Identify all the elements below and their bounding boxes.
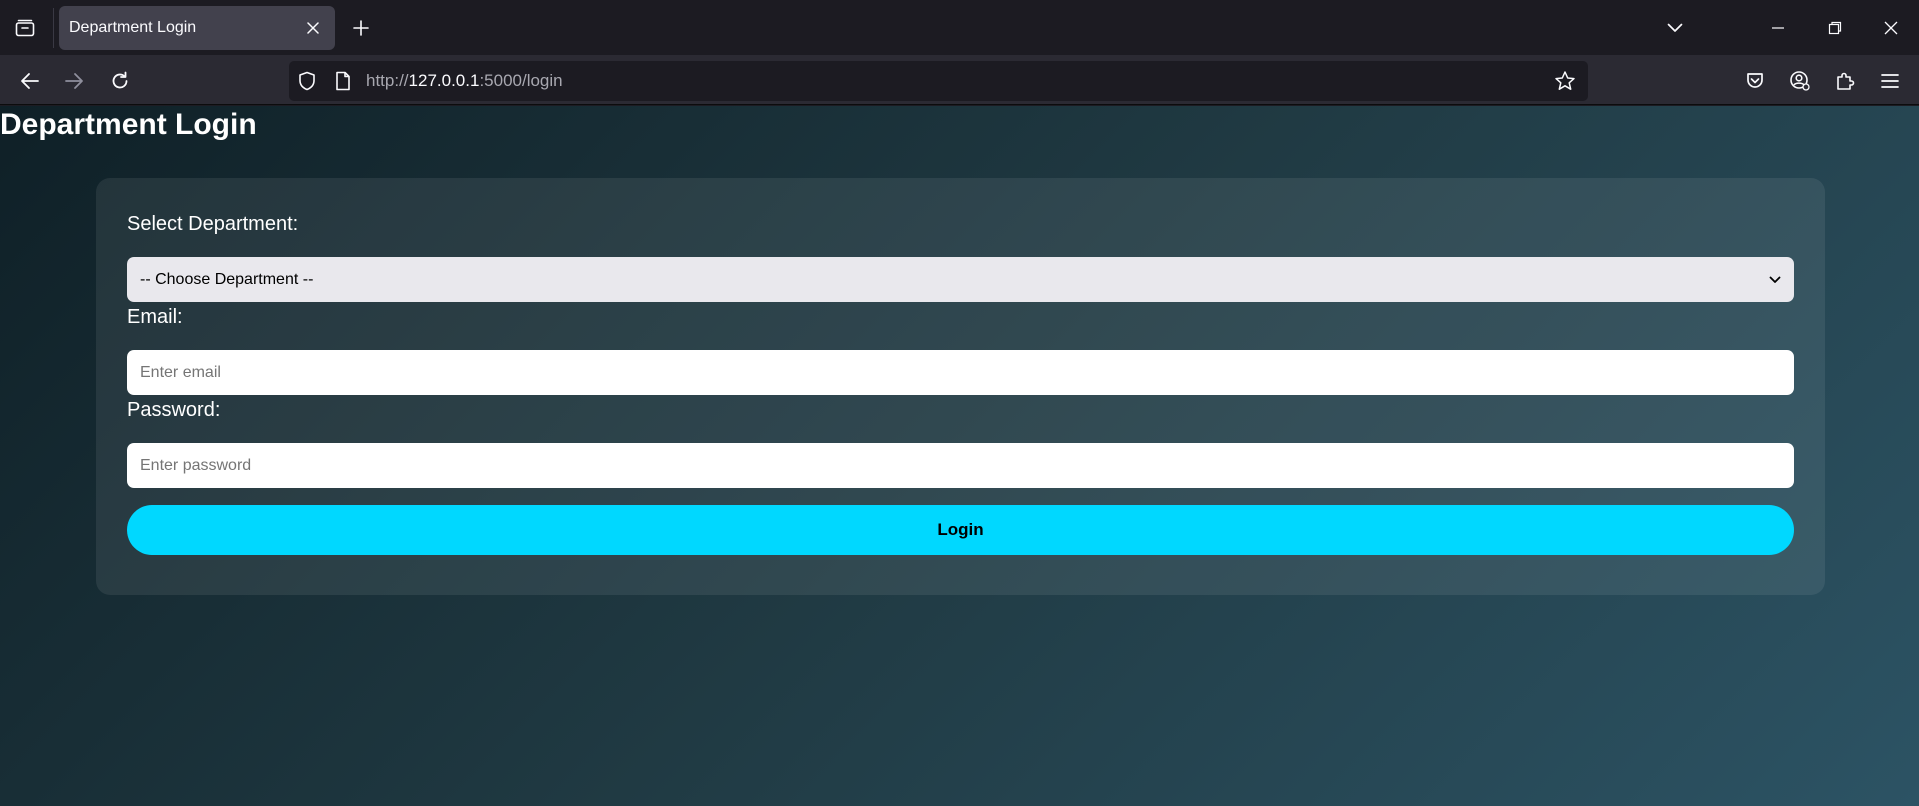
address-bar[interactable]: http://127.0.0.1:5000/login [289, 61, 1588, 101]
reload-icon[interactable] [104, 65, 136, 97]
login-button[interactable]: Login [127, 505, 1794, 555]
email-label: Email: [127, 306, 183, 328]
department-label: Select Department: [127, 213, 299, 235]
url-path: :5000/login [479, 71, 563, 90]
page-title: Department Login [0, 108, 257, 141]
page-info-icon[interactable] [332, 70, 354, 92]
bookmark-star-icon[interactable] [1554, 70, 1576, 92]
department-select[interactable]: -- Choose Department -- [127, 257, 1794, 302]
shield-icon[interactable] [296, 70, 318, 92]
page-content: Department Login Select Department: -- C… [0, 106, 1919, 806]
url-text[interactable]: http://127.0.0.1:5000/login [366, 71, 563, 91]
account-icon[interactable] [1784, 65, 1816, 97]
url-scheme: http:// [366, 71, 409, 90]
chevron-down-icon [1769, 271, 1781, 289]
url-host: 127.0.0.1 [408, 71, 480, 90]
login-form-card: Select Department: -- Choose Department … [96, 178, 1825, 595]
list-all-tabs-chevron-icon[interactable] [1660, 13, 1690, 43]
tab-strip: Department Login [0, 0, 1919, 55]
close-tab-icon[interactable] [301, 16, 325, 40]
pocket-icon[interactable] [1739, 65, 1771, 97]
password-input[interactable] [127, 443, 1794, 488]
close-window-icon[interactable] [1876, 13, 1906, 43]
email-input[interactable] [127, 350, 1794, 395]
firefox-view-icon[interactable] [10, 14, 40, 42]
tab-department-login[interactable]: Department Login [59, 6, 335, 50]
restore-icon[interactable] [1820, 13, 1850, 43]
new-tab-plus-icon[interactable] [347, 14, 375, 42]
extensions-puzzle-icon[interactable] [1829, 65, 1861, 97]
forward-arrow-icon[interactable] [58, 65, 90, 97]
menu-hamburger-icon[interactable] [1874, 65, 1906, 97]
tab-separator [53, 8, 54, 48]
tab-title: Department Login [69, 19, 197, 36]
password-label: Password: [127, 399, 221, 421]
back-arrow-icon[interactable] [14, 65, 46, 97]
navigation-toolbar: http://127.0.0.1:5000/login [0, 55, 1919, 105]
department-select-value: -- Choose Department -- [140, 270, 314, 288]
minimize-icon[interactable] [1763, 13, 1793, 43]
